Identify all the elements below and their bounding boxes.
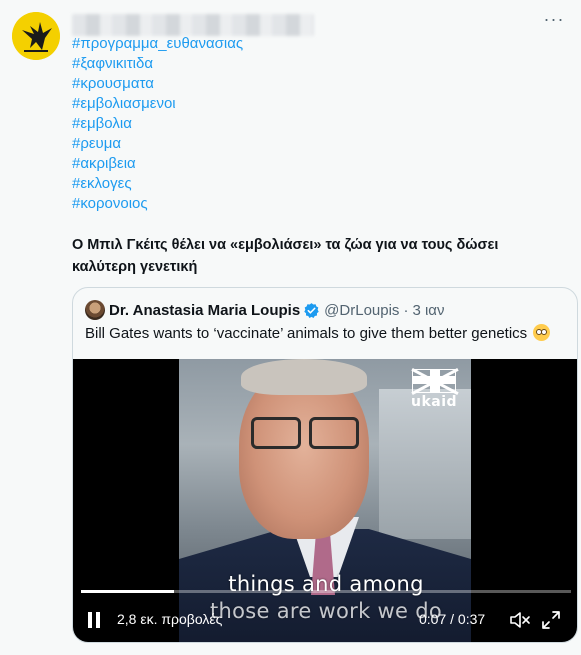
person-hair: [241, 359, 367, 395]
hashtag-link[interactable]: #κρουσματα: [72, 74, 243, 94]
verified-badge-icon: [303, 302, 320, 319]
hashtag-link[interactable]: #προγραμμα_ευθανασιας: [72, 34, 243, 54]
glasses: [249, 417, 361, 449]
separator-dot: ·: [403, 301, 409, 319]
quoted-tweet[interactable]: Dr. Anastasia Maria Loupis @DrLoupis · 3…: [72, 287, 578, 643]
hashtag-link[interactable]: #ξαφνικιτιδα: [72, 54, 243, 74]
hashtag-link[interactable]: #ακριβεια: [72, 154, 243, 174]
flushed-face-emoji-icon: [533, 324, 551, 341]
hashtag-list: #προγραμμα_ευθανασιας #ξαφνικιτιδα #κρου…: [72, 34, 243, 214]
profile-avatar[interactable]: [12, 12, 60, 60]
hashtag-link[interactable]: #εκλογες: [72, 174, 243, 194]
quoted-tweet-text: Bill Gates wants to ‘vaccinate’ animals …: [85, 324, 551, 344]
hashtag-link[interactable]: #εμβολιασμενοι: [72, 94, 243, 114]
pause-icon[interactable]: [87, 612, 101, 628]
tweet: ··· #προγραμμα_ευθανασιας #ξαφνικιτιδα #…: [0, 0, 581, 655]
quoted-tweet-text-content: Bill Gates wants to ‘vaccinate’ animals …: [85, 325, 528, 342]
blurred-username: [72, 14, 314, 36]
video-controls: 2,8 εκ. προβολές 0:07 / 0:37: [73, 599, 577, 639]
video-progress-bar[interactable]: [81, 590, 571, 593]
more-options-button[interactable]: ···: [539, 10, 569, 32]
video-player[interactable]: ukaid things and among those are work we…: [73, 359, 577, 642]
quoted-author-avatar[interactable]: [85, 300, 105, 320]
quoted-tweet-time[interactable]: 3 ιαν: [412, 302, 444, 319]
ukaid-watermark: ukaid: [411, 369, 457, 413]
fullscreen-icon[interactable]: [541, 610, 561, 630]
video-caption-line: things and among: [228, 572, 424, 596]
union-flag-icon: [412, 369, 456, 393]
tweet-text-line: Ο Μπιλ Γκέιτς θέλει να «εμβολιάσει» τα ζ…: [72, 237, 499, 253]
quoted-tweet-header: Dr. Anastasia Maria Loupis @DrLoupis · 3…: [85, 300, 444, 320]
video-time: 0:07 / 0:37: [419, 611, 486, 627]
tweet-text-line: καλύτερη γενετική: [72, 259, 198, 275]
video-progress-fill: [81, 590, 175, 593]
tweet-text: Ο Μπιλ Γκέιτς θέλει να «εμβολιάσει» τα ζ…: [72, 234, 542, 278]
view-count: 2,8 εκ. προβολές: [117, 611, 223, 627]
hashtag-link[interactable]: #εμβολια: [72, 114, 243, 134]
watermark-label: ukaid: [411, 394, 458, 410]
eagle-logo-icon: [12, 12, 60, 60]
quoted-author-handle[interactable]: @DrLoupis: [324, 302, 399, 319]
hashtag-link[interactable]: #κορονοιος: [72, 194, 243, 214]
muted-speaker-icon[interactable]: [509, 610, 531, 630]
quoted-author-name[interactable]: Dr. Anastasia Maria Loupis: [109, 302, 300, 319]
hashtag-link[interactable]: #ρευμα: [72, 134, 243, 154]
